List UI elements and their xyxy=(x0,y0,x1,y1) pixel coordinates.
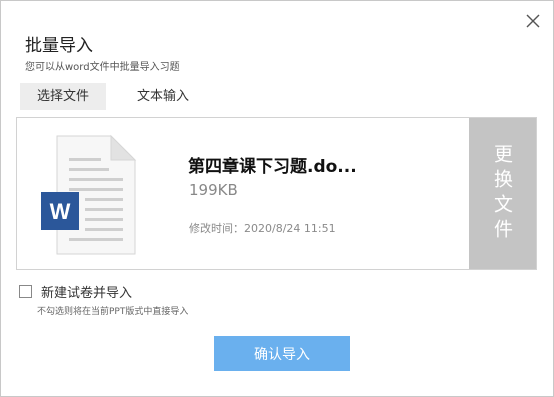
word-icon-letter: W xyxy=(50,199,71,224)
replace-file-button[interactable]: 更换文件 xyxy=(469,118,536,269)
file-name: 第四章课下习题.do... xyxy=(188,157,357,177)
tab-text-input[interactable]: 文本输入 xyxy=(120,83,206,110)
new-paper-label[interactable]: 新建试卷并导入 xyxy=(41,282,132,301)
new-paper-hint: 不勾选则将在当前PPT版式中直接导入 xyxy=(37,307,189,317)
batch-import-dialog: 批量导入 您可以从word文件中批量导入习题 选择文件 文本输入 W 第四章课下… xyxy=(0,0,554,397)
dialog-title: 批量导入 xyxy=(25,36,93,56)
tab-bar: 选择文件 文本输入 xyxy=(20,83,206,110)
new-paper-checkbox[interactable] xyxy=(19,285,32,298)
file-modified-time: 修改时间：2020/8/24 11:51 xyxy=(189,222,336,235)
confirm-import-button[interactable]: 确认导入 xyxy=(214,336,350,371)
close-icon[interactable] xyxy=(523,11,543,31)
file-size: 199KB xyxy=(189,181,238,199)
word-document-icon: W xyxy=(39,134,139,256)
dialog-subtitle: 您可以从word文件中批量导入习题 xyxy=(25,62,180,73)
file-panel: W 第四章课下习题.do... 199KB 修改时间：2020/8/24 11:… xyxy=(16,117,537,270)
tab-select-file[interactable]: 选择文件 xyxy=(20,83,107,110)
new-paper-option: 新建试卷并导入 xyxy=(19,282,132,301)
